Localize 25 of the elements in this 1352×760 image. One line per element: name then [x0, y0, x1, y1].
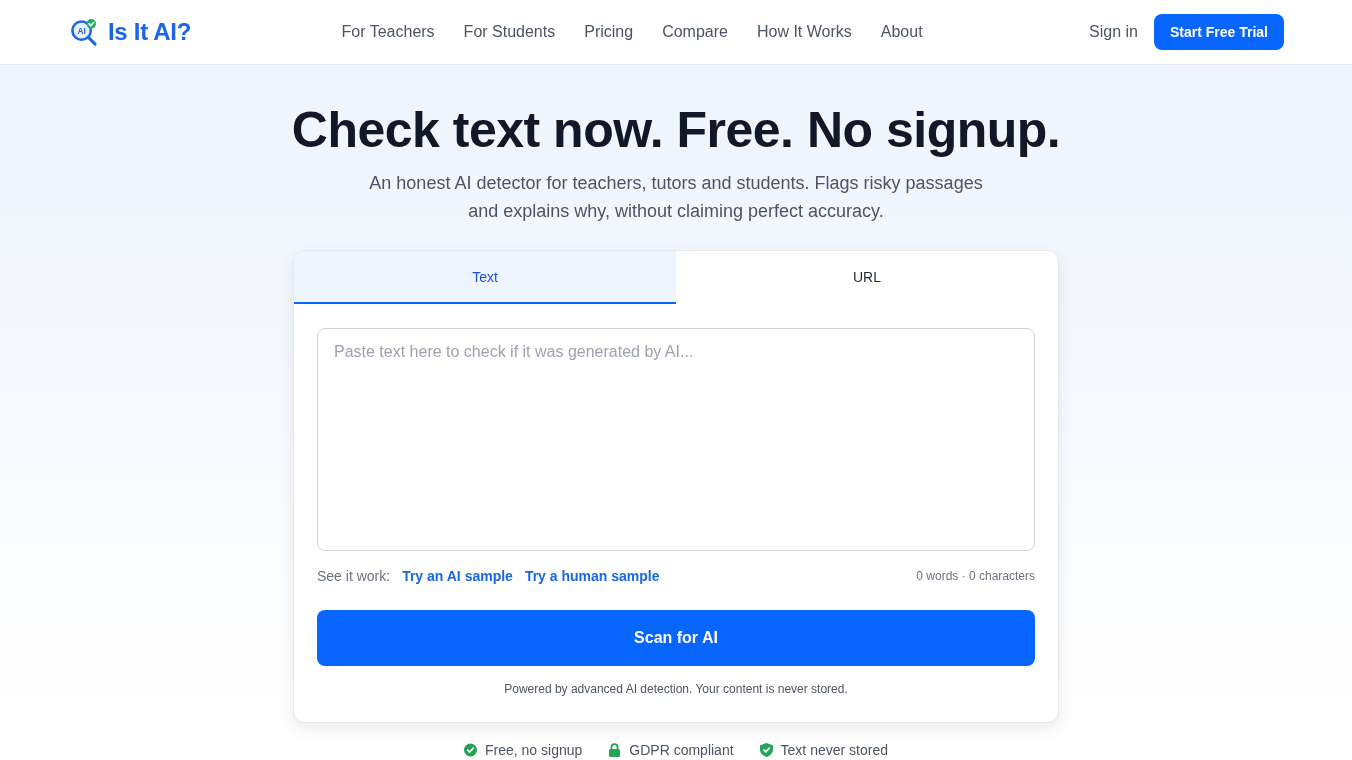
hero-title: Check text now. Free. No signup. — [291, 101, 1061, 160]
sample-link[interactable]: Try an AI sample — [402, 568, 513, 584]
privacy-note: Powered by advanced AI detection. Your content is never stored. — [503, 681, 849, 697]
lock-icon — [608, 743, 622, 757]
shield-check-icon — [759, 743, 773, 757]
nav-link[interactable]: How It Works — [756, 23, 852, 41]
text-input-field[interactable]: Paste text here to check if it was generated by AI... — [317, 328, 1035, 551]
hero-subtitle: An honest AI detector for teachers, tutors and students. Flags risky passages and explains why, without claiming perfect accuracy. — [368, 172, 984, 223]
sign-in-link[interactable]: Sign in — [1089, 23, 1138, 41]
mode-tab[interactable]: Text — [294, 251, 676, 304]
trust-label: Text never stored — [780, 742, 888, 758]
word-character-counter: 0 words · 0 characters — [916, 569, 1035, 583]
nav-link[interactable]: For Teachers — [341, 23, 435, 41]
start-free-trial-button[interactable]: Start Free Trial — [1153, 14, 1284, 50]
scan-button[interactable]: Scan for AI — [317, 610, 1035, 666]
mode-tab[interactable]: URL — [676, 251, 1058, 304]
check-circle-icon — [464, 743, 477, 757]
nav-link[interactable]: About — [880, 23, 923, 41]
nav-link[interactable]: Compare — [662, 23, 728, 41]
trust-label: Free, no signup — [485, 742, 583, 758]
trust-label: GDPR compliant — [629, 742, 734, 758]
samples-label: See it work: — [317, 568, 391, 584]
nav-link[interactable]: Pricing — [584, 23, 634, 41]
sample-link[interactable]: Try a human sample — [524, 568, 660, 584]
nav-link[interactable]: For Students — [463, 23, 556, 41]
